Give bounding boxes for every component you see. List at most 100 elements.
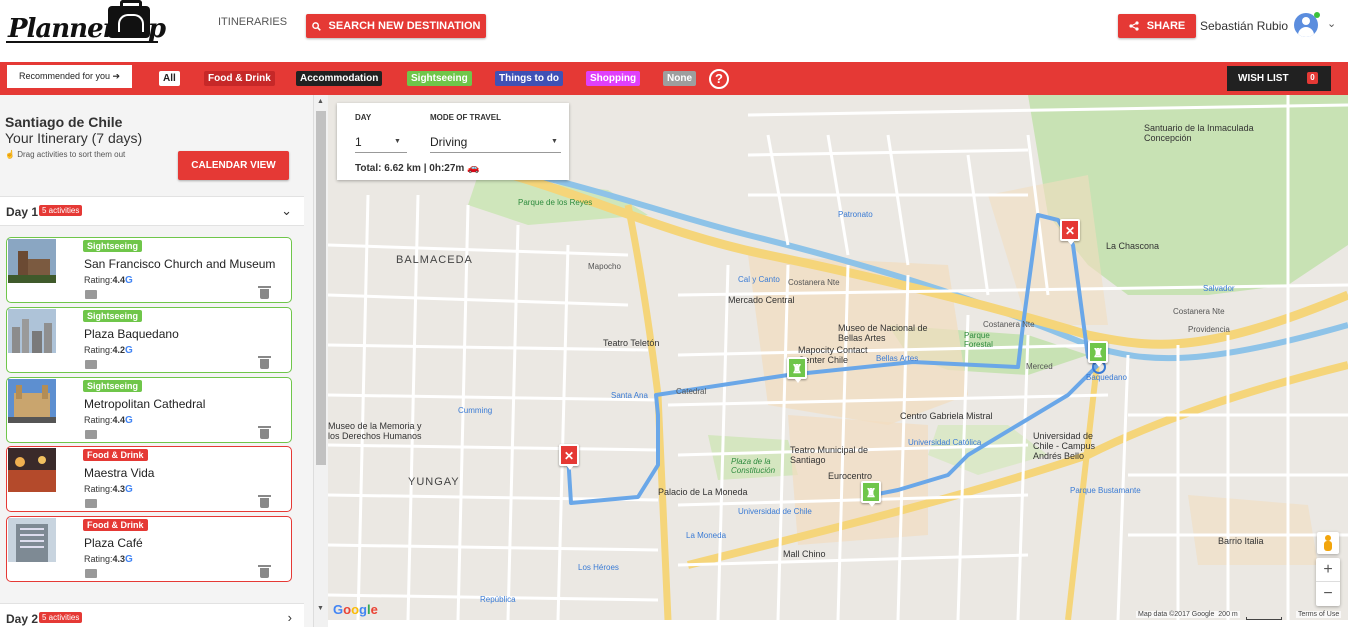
comment-icon[interactable] [85,290,97,299]
filter-accommodation[interactable]: Accommodation [296,71,383,86]
street-label: Merced [1026,362,1053,371]
zoom-out-button[interactable]: − [1316,582,1340,606]
comment-icon[interactable] [85,569,97,578]
scroll-up-arrow-icon[interactable]: ▲ [317,98,324,105]
food-drink-marker[interactable]: ✕ [559,444,579,470]
activity-card[interactable]: Sightseeing Metropolitan Cathedral Ratin… [6,377,292,443]
day-select-label: DAY [355,113,372,122]
sightseeing-marker[interactable]: ♜ [1088,341,1108,367]
poi-label: Museo de la Memoria y los Derechos Human… [328,421,422,441]
activity-rating: Rating:4.4G [84,415,133,426]
app-header: Plannertrip ITINERARIES SEARCH NEW DESTI… [0,0,1348,62]
zoom-in-button[interactable]: + [1316,558,1340,582]
user-name[interactable]: Sebastián Rubio [1200,19,1288,33]
fork-knife-icon: ✕ [563,449,575,463]
day-select[interactable]: 1 [355,135,362,149]
trash-icon[interactable] [258,495,271,508]
comment-icon[interactable] [85,499,97,508]
chevron-down-icon[interactable]: ⌄ [1327,17,1336,30]
road-label: Providencia [1188,325,1230,334]
sightseeing-marker[interactable]: ♜ [787,357,807,383]
activity-rating: Rating:4.3G [84,554,133,565]
filter-food-drink[interactable]: Food & Drink [204,71,275,86]
activity-thumbnail [8,309,56,353]
food-drink-marker[interactable]: ✕ [1060,219,1080,245]
poi-label: Barrio Italia [1218,536,1264,546]
travel-mode-select[interactable]: Driving [430,135,467,149]
filter-none[interactable]: None [663,71,696,86]
category-filter-bar: Recommended for you ➔ All Food & Drink A… [0,62,1348,95]
mode-select-label: MODE OF TRAVEL [430,113,501,122]
scroll-down-arrow-icon[interactable]: ▼ [317,605,324,612]
search-destination-button[interactable]: SEARCH NEW DESTINATION [306,14,486,38]
street-view-pegman-icon[interactable] [1317,532,1339,554]
activity-thumbnail [8,448,56,492]
google-letter: e [370,602,378,617]
comment-icon[interactable] [85,430,97,439]
nav-itineraries[interactable]: ITINERARIES [218,16,287,28]
scale-label: 200 m [1218,611,1238,618]
activity-rating: Rating:4.4G [84,275,133,286]
activity-category-badge: Food & Drink [83,519,148,531]
trash-icon[interactable] [258,426,271,439]
activity-thumbnail [8,379,56,423]
activity-card[interactable]: Sightseeing San Francisco Church and Mus… [6,237,292,303]
chevron-right-icon[interactable]: › [288,610,292,625]
scrollbar-thumb[interactable] [316,111,326,465]
map-view[interactable]: BALMACEDA YUNGAY Parque de los Reyes Cos… [328,95,1348,620]
route-total-text: Total: 6.62 km | 0h:27m [355,163,465,174]
poi-label: La Chascona [1106,241,1160,251]
itinerary-sidebar: Santiago de Chile Your Itinerary (7 days… [0,95,314,627]
google-g-icon: G [125,484,133,495]
activity-card[interactable]: Sightseeing Plaza Baquedano Rating:4.2G [6,307,292,373]
wishlist-button[interactable]: WISH LIST 0 [1227,66,1331,91]
plannertrip-logo[interactable]: Plannertrip [6,0,166,46]
wishlist-count-badge: 0 [1307,72,1318,84]
poi-label: Mall Chino [783,549,826,559]
drag-hint-text: Drag activities to sort them out [17,150,126,159]
activity-card[interactable]: Food & Drink Plaza Café Rating:4.3G [6,516,292,582]
comment-icon[interactable] [85,360,97,369]
filter-shopping[interactable]: Shopping [586,71,641,86]
help-icon[interactable]: ? [709,69,729,89]
metro-station-label: Salvador [1203,284,1235,293]
trash-icon[interactable] [258,286,271,299]
metro-station-label: Parque Bustamante [1070,486,1141,495]
monument-icon: ♜ [1092,346,1104,360]
activity-name: Plaza Café [84,536,143,550]
search-icon [311,21,321,31]
park-label: Parque Forestal [964,331,993,349]
metro-station-label: Cumming [458,406,493,415]
street-label: Catedral [676,387,707,396]
drag-hand-icon: ☝ [5,150,15,159]
rating-label: Rating: [84,484,113,494]
filter-things-to-do[interactable]: Things to do [495,71,563,86]
rating-label: Rating: [84,554,113,564]
day-1-activity-count: 5 activities [39,205,83,216]
sidebar-scrollbar[interactable]: ▲ ▼ [314,95,328,627]
suitcase-icon [108,0,150,38]
filter-all[interactable]: All [159,71,180,86]
day-2-activity-count: 5 activities [39,612,83,623]
recommended-button[interactable]: Recommended for you ➔ [7,65,132,88]
filter-sightseeing[interactable]: Sightseeing [407,71,472,86]
rating-value: 4.2 [112,345,126,355]
share-button[interactable]: SHARE [1118,14,1196,38]
day-1-header[interactable]: Day 1 5 activities ⌄ [0,196,304,226]
google-g-icon: G [125,345,133,356]
dropdown-arrow-icon[interactable]: ▼ [551,138,558,145]
park-label: Plaza de la Constitución [731,457,776,475]
activity-card[interactable]: Food & Drink Maestra Vida Rating:4.3G [6,446,292,512]
metro-station-label: Baquedano [1086,373,1127,382]
activity-rating: Rating:4.2G [84,345,133,356]
activity-category-badge: Sightseeing [83,310,143,322]
trash-icon[interactable] [258,356,271,369]
poi-label: Teatro Teletón [603,338,660,348]
trash-icon[interactable] [258,565,271,578]
chevron-down-icon[interactable]: ⌄ [281,203,292,219]
dropdown-arrow-icon[interactable]: ▼ [394,138,401,145]
calendar-view-button[interactable]: CALENDAR VIEW [178,151,289,180]
terms-of-use-link[interactable]: Terms of Use [1296,611,1342,618]
sightseeing-marker[interactable]: ♜ [861,481,881,507]
day-2-header[interactable]: Day 2 5 activities › [0,603,304,627]
